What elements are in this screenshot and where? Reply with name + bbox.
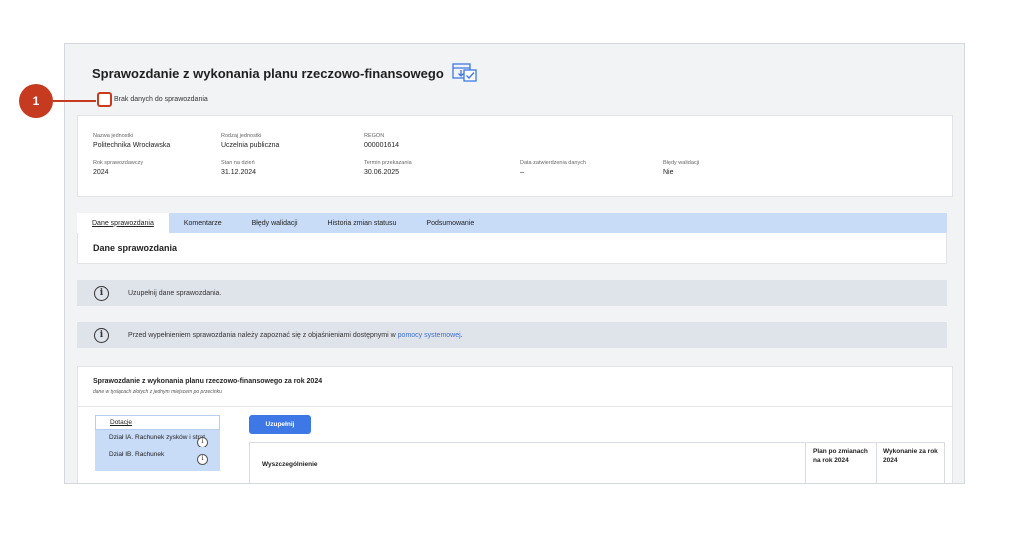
info-empty-1 (520, 133, 663, 149)
info-icon[interactable]: i (197, 453, 208, 465)
col-header-description: Wyszczególnienie (262, 461, 318, 468)
nav-item-dotacje[interactable]: Dotacje (95, 415, 220, 430)
info-state-date: Stan na dzień 31.12.2024 (221, 160, 257, 176)
unit-info-panel: Nazwa jednostki Politechnika Wrocławska R… (77, 115, 953, 197)
tab-report-data[interactable]: Dane sprawozdania (77, 213, 169, 233)
nav-item-label: Dział IA. Rachunek zysków i strat (109, 434, 206, 441)
no-data-checkbox[interactable] (97, 92, 112, 107)
callout-pointer (53, 100, 96, 102)
info-icon: i (94, 327, 109, 343)
info-approval-date: Data zatwierdzenia danych – (520, 160, 587, 176)
section-title: Dane sprawozdania (93, 243, 178, 253)
fill-data-alert-text: Uzupełnij dane sprawozdania. (128, 289, 222, 297)
info-validation-errors: Błędy walidacji Nie (663, 160, 700, 176)
report-sections-nav: Dotacje Dział IA. Rachunek zysków i stra… (95, 415, 220, 471)
tab-status-history[interactable]: Historia zmian statusu (313, 213, 412, 233)
fill-in-button[interactable]: Uzupełnij (249, 415, 311, 434)
info-deadline: Termin przekazania 30.06.2025 (364, 160, 412, 176)
help-alert-text: Przed wypełnieniem sprawozdania należy z… (128, 331, 396, 339)
tab-validation-errors[interactable]: Błędy walidacji (237, 213, 313, 233)
info-unit-name: Nazwa jednostki Politechnika Wrocławska (93, 133, 171, 149)
tab-comments[interactable]: Komentarze (169, 213, 237, 233)
nav-item-label: Dział IB. Rachunek (109, 450, 165, 458)
fill-data-alert: i Uzupełnij dane sprawozdania. (77, 280, 947, 306)
info-unit-type: Rodzaj jednostki Uczelnia publiczna (221, 133, 280, 149)
download-check-icon[interactable] (452, 63, 478, 83)
help-alert-suffix: . (460, 331, 463, 339)
col-header-execution: Wykonanie za rok 2024 (883, 448, 938, 465)
report-page: Sprawozdanie z wykonania planu rzeczowo-… (64, 43, 965, 484)
nav-item-dzial-ia[interactable]: Dział IA. Rachunek zysków i strat i (95, 430, 220, 448)
report-table: Wyszczególnienie Plan po zmianach na rok… (249, 442, 945, 483)
step-callout: 1 (19, 84, 53, 118)
section-header: Dane sprawozdania (77, 233, 947, 264)
tab-bar: Dane sprawozdania Komentarze Błędy walid… (77, 213, 947, 233)
page-title-text: Sprawozdanie z wykonania planu rzeczowo-… (92, 65, 444, 81)
info-icon: i (94, 285, 109, 301)
report-subtitle: dane w tysiącach złotych z jednym miejsc… (93, 389, 222, 395)
col-header-plan: Plan po zmianach na rok 2024 (813, 448, 868, 465)
info-report-year: Rok sprawozdawczy 2024 (93, 160, 144, 176)
help-alert: i Przed wypełnieniem sprawozdania należy… (77, 322, 947, 348)
info-regon: REGON 000001614 (364, 133, 400, 149)
report-title: Sprawozdanie z wykonania planu rzeczowo-… (93, 378, 323, 385)
nav-item-dzial-ib[interactable]: Dział IB. Rachunek i (95, 446, 220, 471)
help-link[interactable]: pomocy systemowej (398, 332, 461, 339)
tab-summary[interactable]: Podsumowanie (411, 213, 489, 233)
no-data-option[interactable]: Brak danych do sprawozdania (97, 92, 208, 107)
report-panel: Sprawozdanie z wykonania planu rzeczowo-… (77, 366, 953, 483)
page-title: Sprawozdanie z wykonania planu rzeczowo-… (92, 63, 478, 83)
no-data-label: Brak danych do sprawozdania (114, 96, 208, 103)
info-empty-2 (663, 133, 783, 149)
